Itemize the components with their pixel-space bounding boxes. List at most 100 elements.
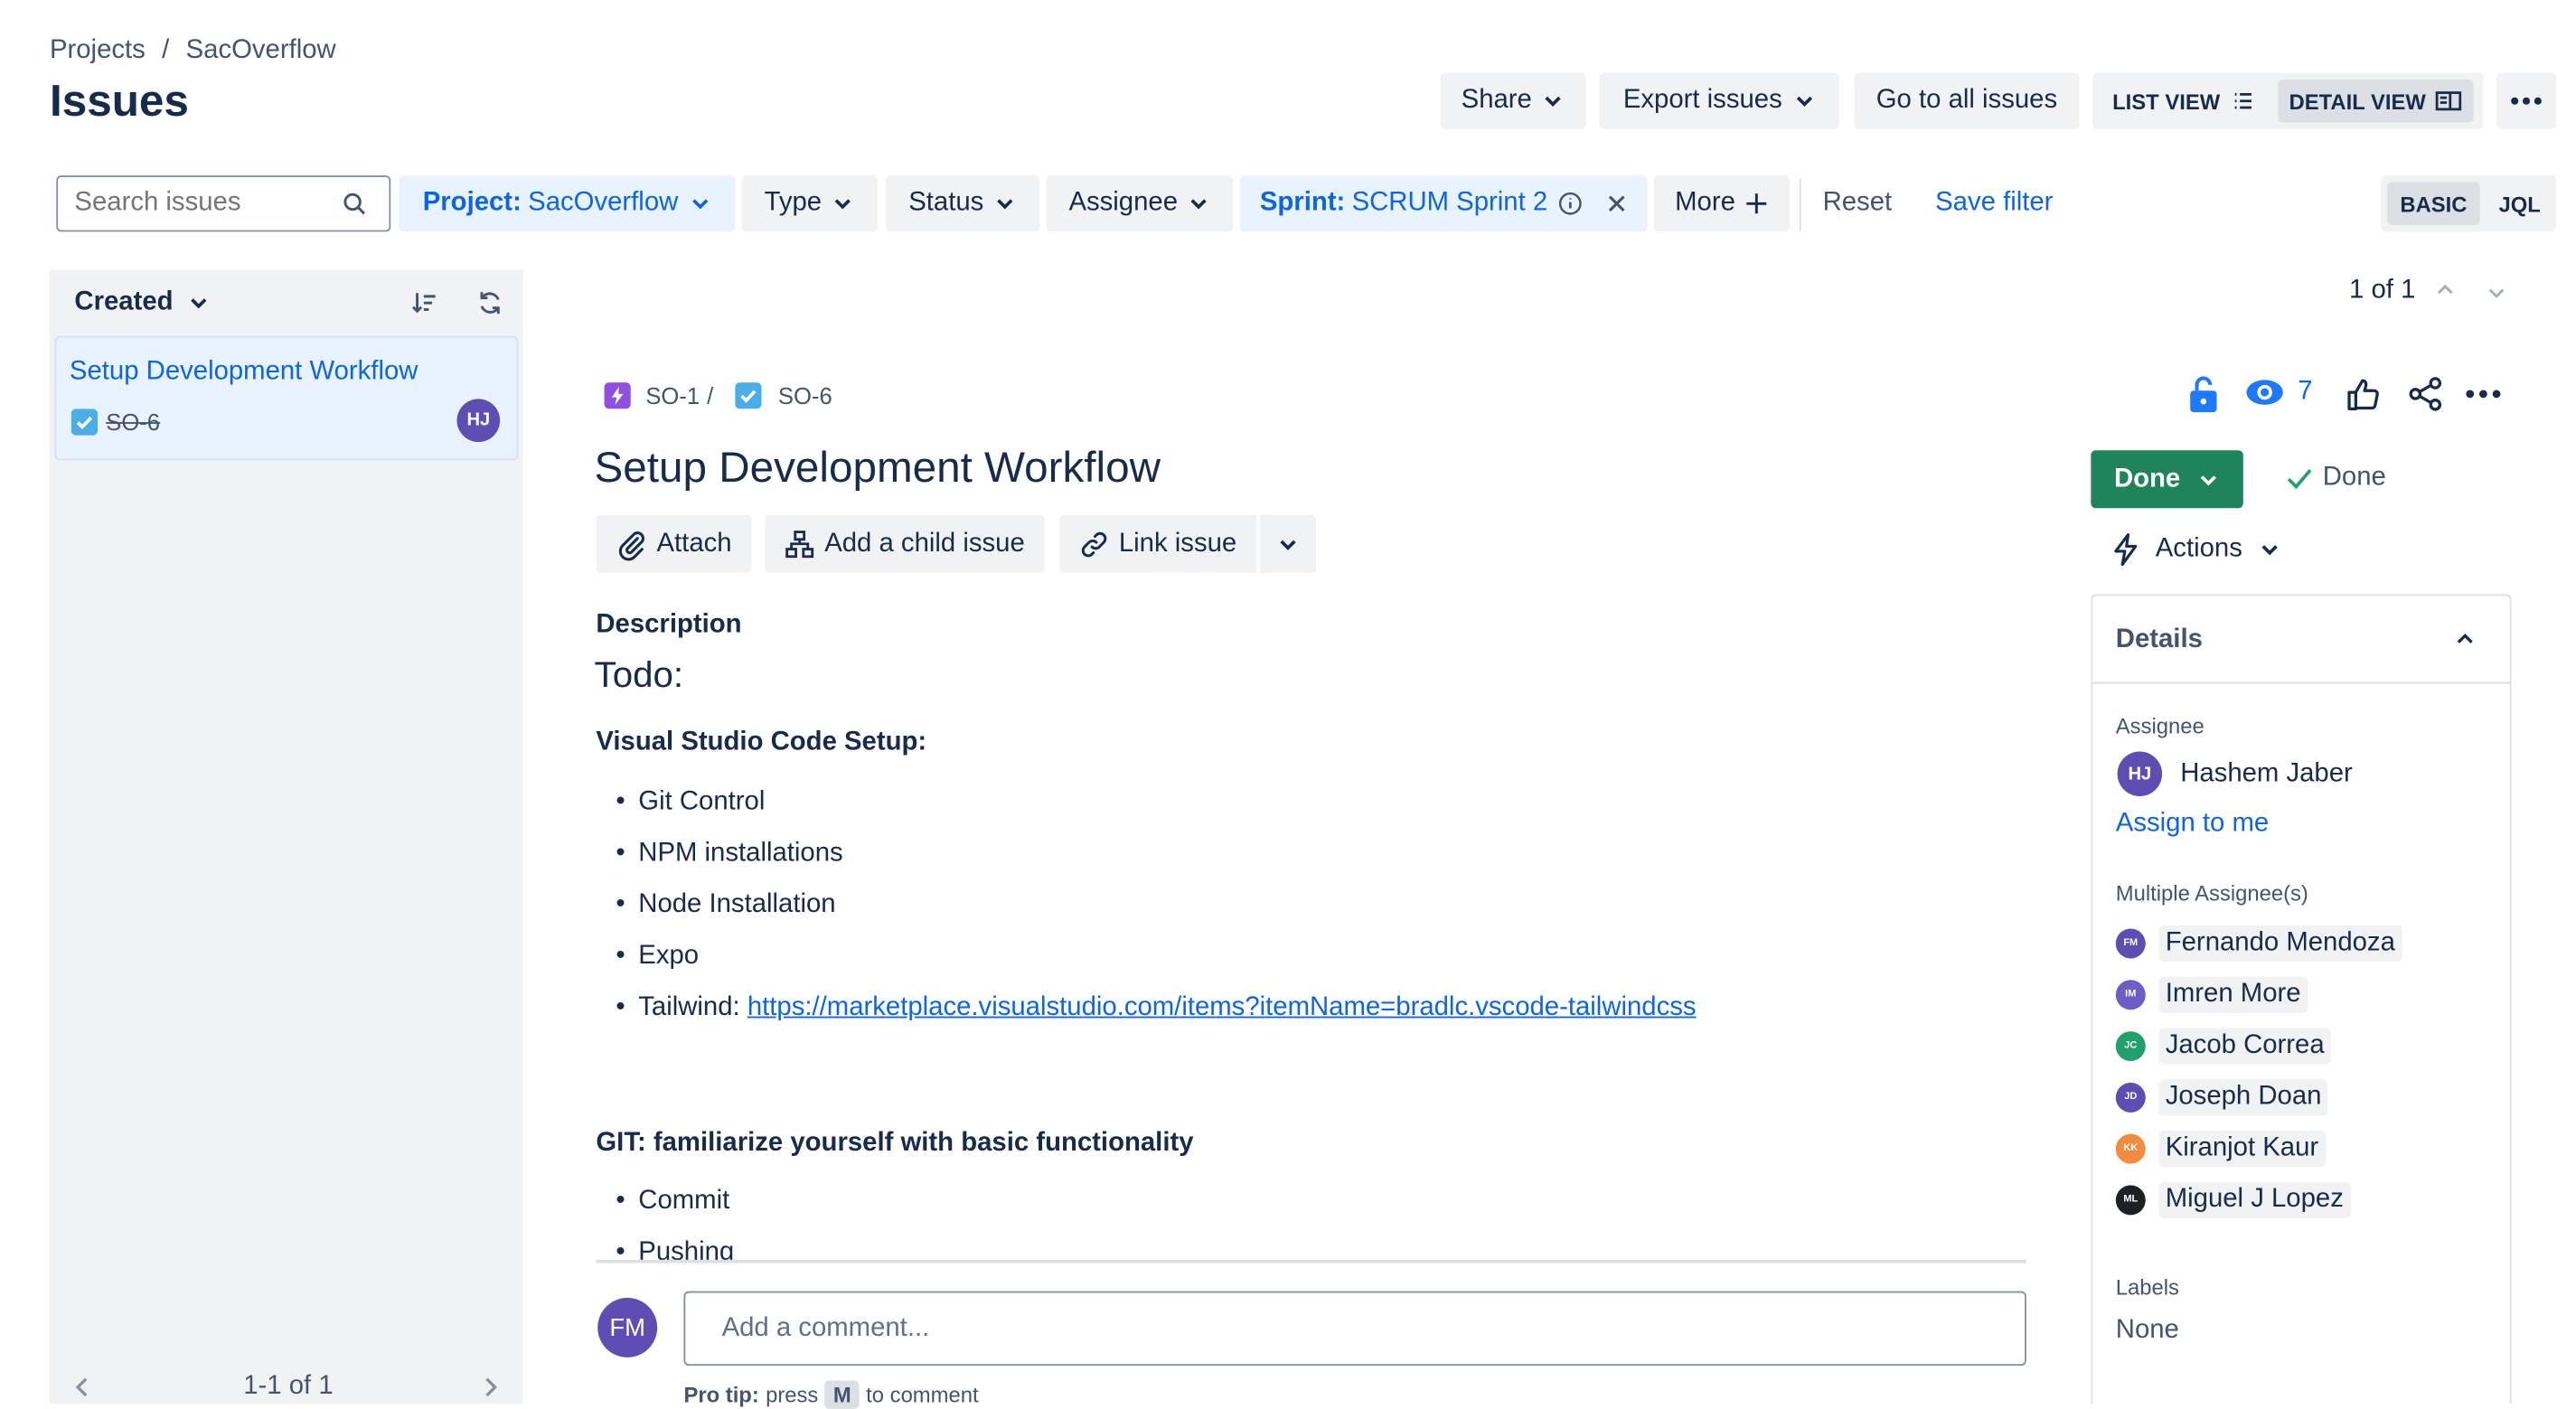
save-filter-button[interactable]: Save filter bbox=[1935, 189, 2053, 219]
more-icon[interactable] bbox=[2465, 389, 2501, 399]
comment-box[interactable]: Add a comment... bbox=[683, 1291, 2026, 1367]
eye-icon bbox=[2246, 380, 2283, 405]
multi-assignee[interactable]: KK Kiranjot Kaur bbox=[2115, 1129, 2326, 1169]
breadcrumb: Projects / SacOverflow bbox=[50, 36, 336, 66]
details-title: Details bbox=[2115, 625, 2203, 654]
assign-to-me-link[interactable]: Assign to me bbox=[2116, 810, 2269, 840]
issue-pager: 1 of 1 bbox=[2349, 276, 2416, 305]
chevron-down-icon bbox=[2200, 474, 2216, 485]
filter-project-value: SacOverflow bbox=[528, 188, 679, 217]
issue-title[interactable]: Setup Development Workflow bbox=[595, 442, 1161, 493]
info-icon[interactable] bbox=[1557, 191, 1583, 217]
assignee-name: Miguel J Lopez bbox=[2158, 1181, 2351, 1219]
reset-button[interactable]: Reset bbox=[1823, 189, 1893, 219]
refresh-icon[interactable] bbox=[477, 290, 503, 316]
filter-project[interactable]: Project: SacOverflow bbox=[399, 175, 736, 232]
go-to-all-issues-button[interactable]: Go to all issues bbox=[1854, 72, 2080, 129]
link-icon bbox=[1081, 531, 1107, 557]
chevron-up-icon[interactable] bbox=[2435, 281, 2455, 297]
assignee-field[interactable]: HJ Hashem Jaber bbox=[2117, 751, 2353, 796]
breadcrumb-projects[interactable]: Projects bbox=[50, 36, 146, 66]
add-child-issue-button[interactable]: Add a child issue bbox=[765, 514, 1045, 573]
issue-key[interactable]: SO-6 bbox=[778, 382, 832, 409]
labels-value[interactable]: None bbox=[2116, 1316, 2179, 1346]
check-icon bbox=[2287, 468, 2312, 490]
multi-assignee[interactable]: JC Jacob Correa bbox=[2115, 1027, 2331, 1066]
resolution: Done bbox=[2286, 463, 2386, 493]
filter-assignee-label: Assignee bbox=[1068, 188, 1179, 217]
detail-view-button[interactable]: DETAIL VIEW bbox=[2278, 79, 2474, 123]
chevron-down-icon bbox=[1280, 539, 1296, 550]
detail-panel-icon bbox=[2436, 91, 2462, 111]
share-icon[interactable] bbox=[2407, 376, 2443, 412]
filter-sprint-value: SCRUM Sprint 2 bbox=[1351, 188, 1548, 217]
multi-assignee[interactable]: JD Joseph Doan bbox=[2115, 1077, 2328, 1117]
filter-divider bbox=[1799, 178, 1801, 232]
multi-assignee[interactable]: ML Miguel J Lopez bbox=[2115, 1180, 2351, 1220]
link-issue-button[interactable]: Link issue bbox=[1059, 514, 1257, 573]
breadcrumb-project[interactable]: SacOverflow bbox=[186, 36, 336, 66]
sort-dropdown[interactable]: Created bbox=[74, 288, 209, 318]
parent-issue-key[interactable]: SO-1 bbox=[645, 382, 700, 409]
list-view-label: LIST VIEW bbox=[2112, 88, 2221, 114]
multiple-assignees-label: Multiple Assignee(s) bbox=[2115, 880, 2308, 906]
next-page-icon[interactable] bbox=[480, 1376, 500, 1399]
lightning-icon bbox=[2114, 533, 2138, 567]
more-filters-button[interactable]: More bbox=[1653, 175, 1790, 232]
chevron-down-icon bbox=[691, 199, 708, 210]
status-button[interactable]: Done bbox=[2091, 450, 2243, 509]
filter-type[interactable]: Type bbox=[741, 175, 878, 232]
multi-assignee[interactable]: FM Fernando Mendoza bbox=[2115, 924, 2402, 963]
list-item[interactable]: Setup Development Workflow SO-6 HJ bbox=[54, 335, 519, 461]
multi-assignee[interactable]: IM Imren More bbox=[2115, 975, 2308, 1015]
details-header[interactable]: Details bbox=[2092, 596, 2510, 684]
watchers-button[interactable]: 7 bbox=[2245, 378, 2313, 408]
tailwind-link[interactable]: https://marketplace.visualstudio.com/ite… bbox=[747, 993, 1697, 1023]
share-label: Share bbox=[1461, 86, 1532, 115]
pro-tip: Pro tip: press M to comment bbox=[683, 1380, 979, 1409]
list-item: Commit bbox=[616, 1187, 729, 1216]
lock-icon[interactable] bbox=[2187, 374, 2221, 414]
filter-type-label: Type bbox=[764, 188, 823, 217]
filter-sprint[interactable]: Sprint: SCRUM Sprint 2 bbox=[1239, 175, 1648, 232]
share-button[interactable]: Share bbox=[1440, 72, 1586, 129]
task-icon bbox=[735, 382, 762, 409]
page-title: Issues bbox=[49, 76, 189, 127]
thumbs-up-icon[interactable] bbox=[2345, 376, 2381, 412]
pro-tip-press: press bbox=[766, 1382, 819, 1407]
resolution-label: Done bbox=[2322, 463, 2386, 492]
list-pagination: 1-1 of 1 bbox=[243, 1372, 334, 1401]
chevron-down-icon bbox=[835, 199, 851, 210]
list-item: Pushing bbox=[616, 1238, 734, 1262]
export-issues-button[interactable]: Export issues bbox=[1599, 72, 1839, 129]
list-item: Expo bbox=[616, 942, 699, 972]
avatar: ML bbox=[2115, 1185, 2146, 1216]
paperclip-icon bbox=[618, 531, 644, 560]
avatar: JC bbox=[2115, 1031, 2146, 1062]
attach-button[interactable]: Attach bbox=[596, 514, 752, 573]
filter-status-label: Status bbox=[908, 188, 984, 217]
chevron-down-icon bbox=[997, 199, 1013, 210]
pro-tip-label: Pro tip: bbox=[683, 1382, 759, 1407]
hierarchy-icon bbox=[785, 530, 814, 558]
search-box[interactable] bbox=[56, 175, 391, 232]
basic-mode-button[interactable]: BASIC bbox=[2387, 182, 2480, 226]
chevron-down-icon[interactable] bbox=[2487, 285, 2506, 301]
assignee-name: Kiranjot Kaur bbox=[2158, 1130, 2326, 1168]
more-filters-label: More bbox=[1675, 188, 1735, 217]
list-item: Git Control bbox=[616, 788, 765, 818]
list-view-button[interactable]: LIST VIEW bbox=[2102, 81, 2263, 121]
filter-assignee[interactable]: Assignee bbox=[1046, 175, 1234, 232]
assignee-name: Joseph Doan bbox=[2158, 1079, 2328, 1116]
filter-status[interactable]: Status bbox=[885, 175, 1040, 232]
actions-button[interactable]: Actions bbox=[2112, 533, 2282, 567]
avatar: HJ bbox=[456, 399, 501, 443]
add-child-label: Add a child issue bbox=[824, 529, 1025, 558]
search-input[interactable] bbox=[71, 186, 343, 221]
clear-filter-icon[interactable] bbox=[1605, 192, 1627, 215]
more-issue-actions-button[interactable] bbox=[1259, 514, 1317, 573]
sort-order-icon[interactable] bbox=[410, 290, 437, 316]
jql-mode-button[interactable]: JQL bbox=[2490, 182, 2550, 225]
previous-page-icon[interactable] bbox=[73, 1376, 93, 1399]
more-actions-button[interactable] bbox=[2496, 72, 2556, 129]
